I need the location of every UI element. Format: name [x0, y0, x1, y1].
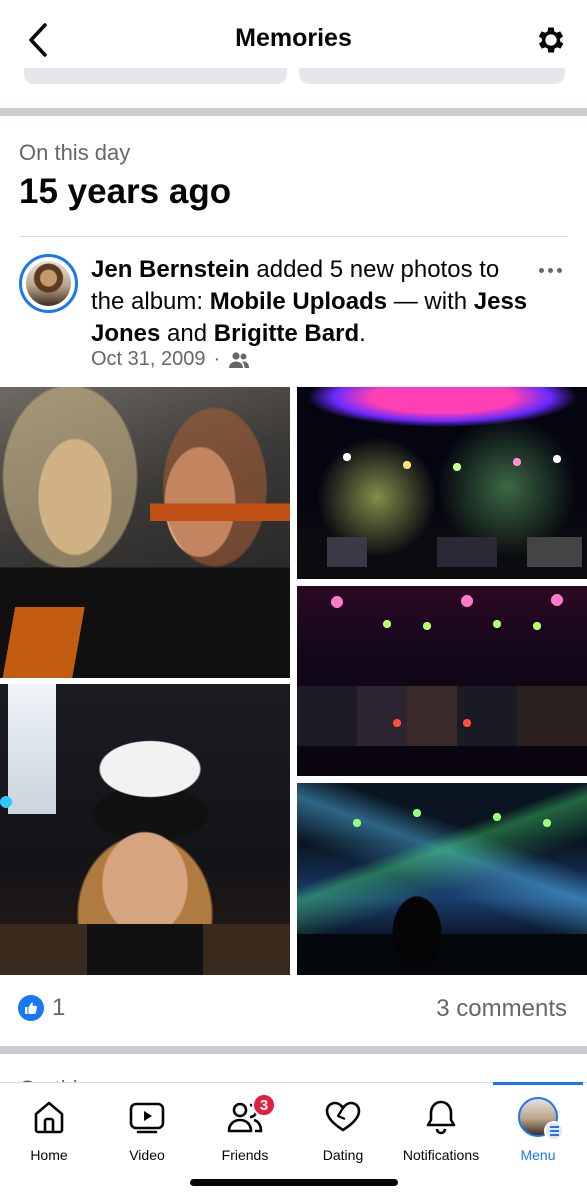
period-text: . [359, 320, 366, 347]
tab-dating[interactable]: Dating [294, 1083, 392, 1171]
tab-video[interactable]: Video [98, 1083, 196, 1171]
friends-badge: 3 [252, 1093, 276, 1117]
tagged-friend-link[interactable]: Brigitte Bard [214, 320, 359, 347]
tab-label: Friends [221, 1147, 269, 1163]
post-photo[interactable] [297, 586, 587, 776]
tab-label: Dating [322, 1147, 364, 1163]
years-ago-heading: 15 years ago [19, 172, 232, 211]
author-name-link[interactable]: Jen Bernstein [91, 256, 250, 283]
tab-label: Notifications [402, 1147, 480, 1163]
dot [538, 267, 544, 273]
section-divider [0, 108, 587, 116]
previous-memory-card-right[interactable] [299, 68, 565, 84]
home-icon [34, 1101, 64, 1134]
and-text: and [160, 320, 214, 347]
settings-button[interactable] [529, 18, 573, 62]
tab-label: Home [30, 1147, 68, 1163]
page-title: Memories [235, 24, 352, 52]
gear-icon [538, 27, 564, 53]
divider [19, 236, 568, 237]
tab-menu[interactable]: Menu [489, 1083, 587, 1171]
post-header-text: Jen Bernstein added 5 new photos to the … [91, 254, 531, 350]
dating-heart-icon [325, 1101, 361, 1132]
like-count: 1 [52, 994, 66, 1021]
dot [547, 267, 553, 273]
album-link[interactable]: Mobile Uploads [210, 288, 387, 315]
on-this-day-label: On this day [19, 140, 131, 165]
post-photo[interactable] [297, 783, 587, 975]
video-icon [129, 1102, 165, 1134]
comments-count-link[interactable]: 3 comments [436, 995, 567, 1023]
author-avatar[interactable] [19, 254, 78, 313]
post-meta: Oct 31, 2009 · [91, 348, 250, 371]
previous-memory-card-left[interactable] [24, 68, 287, 84]
tab-friends[interactable]: 3 Friends [196, 1083, 294, 1171]
menu-lines-icon [544, 1121, 564, 1141]
friends-audience-icon [229, 351, 250, 368]
post-photo[interactable] [0, 387, 290, 678]
dot [556, 267, 562, 273]
tab-label: Menu [520, 1147, 556, 1163]
bell-icon [426, 1100, 456, 1135]
post-photo[interactable] [0, 684, 290, 975]
tab-home[interactable]: Home [0, 1083, 98, 1171]
avatar-photo [26, 261, 71, 306]
with-text: — with [387, 288, 474, 315]
meta-separator: · [213, 348, 221, 370]
more-options-button[interactable] [533, 258, 567, 282]
like-reaction-icon [18, 995, 44, 1021]
tab-label: Video [129, 1147, 165, 1163]
home-indicator [190, 1179, 398, 1186]
tab-notifications[interactable]: Notifications [392, 1083, 490, 1171]
section-divider [0, 1046, 587, 1054]
post-date[interactable]: Oct 31, 2009 [91, 348, 206, 371]
reactions-summary[interactable]: 1 [18, 994, 65, 1022]
post-photo[interactable] [297, 387, 587, 579]
